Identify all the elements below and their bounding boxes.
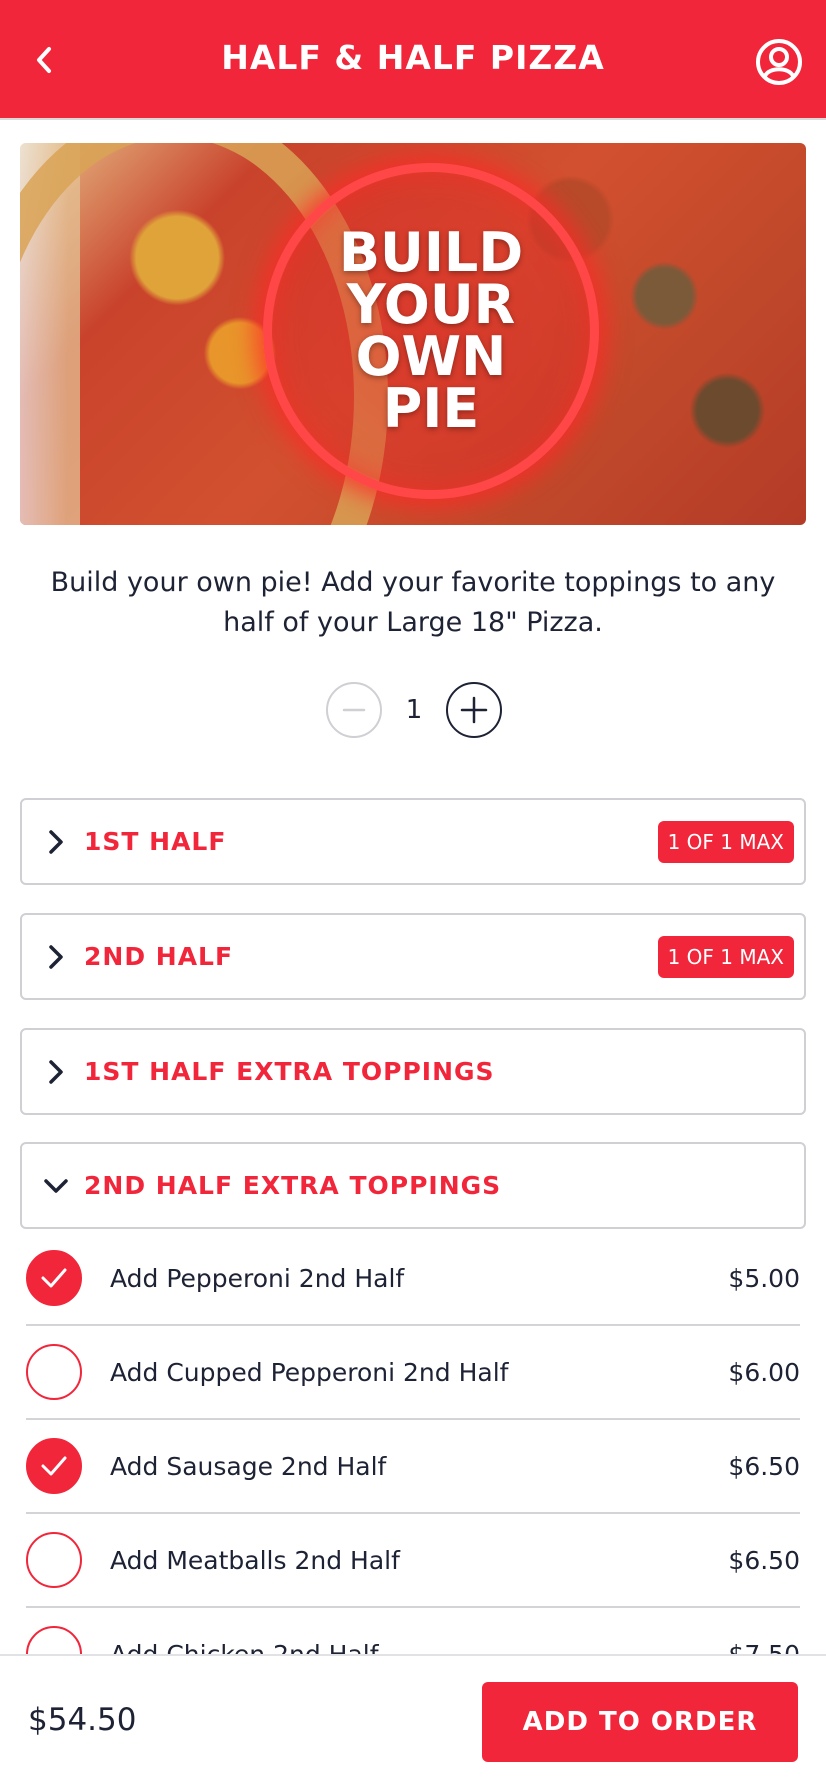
quantity-value: 1	[405, 695, 423, 725]
list-item[interactable]: Add Pepperoni 2nd Half $5.00	[26, 1232, 800, 1326]
checkbox-unchecked[interactable]	[26, 1532, 82, 1588]
quantity-stepper: 1	[326, 681, 502, 739]
order-footer: $54.50 ADD TO ORDER	[0, 1654, 826, 1790]
decrease-quantity-button[interactable]	[326, 682, 382, 738]
option-price: $7.50	[728, 1639, 800, 1655]
plus-icon	[460, 696, 488, 724]
option-price: $6.00	[728, 1357, 800, 1387]
chevron-down-icon	[42, 1172, 70, 1200]
page-title: HALF & HALF PIZZA	[221, 38, 605, 77]
section-label: 2ND HALF EXTRA TOPPINGS	[84, 1171, 502, 1200]
checkbox-unchecked[interactable]	[26, 1344, 82, 1400]
chevron-right-icon	[42, 943, 70, 971]
checkbox-checked[interactable]	[26, 1250, 82, 1306]
logo-line: PIE	[382, 377, 480, 440]
logo-line: OWN	[355, 325, 507, 388]
logo-line: YOUR	[346, 273, 516, 336]
increase-quantity-button[interactable]	[446, 682, 502, 738]
checkbox-unchecked[interactable]	[26, 1626, 82, 1654]
checkbox-checked[interactable]	[26, 1438, 82, 1494]
product-description: Build your own pie! Add your favorite to…	[50, 567, 776, 638]
option-price: $5.00	[728, 1263, 800, 1293]
minus-icon	[342, 708, 366, 712]
section-label: 1ST HALF EXTRA TOPPINGS	[84, 1057, 495, 1086]
list-item[interactable]: Add Meatballs 2nd Half $6.50	[26, 1514, 800, 1608]
list-item[interactable]: Add Chicken 2nd Half $7.50	[26, 1608, 800, 1654]
section-label: 1ST HALF	[84, 827, 227, 856]
max-badge: 1 OF 1 MAX	[657, 935, 794, 978]
max-badge: 1 OF 1 MAX	[657, 820, 794, 863]
order-total: $54.50	[28, 1702, 137, 1738]
section-label: 2ND HALF	[84, 942, 234, 971]
app-header: HALF & HALF PIZZA	[0, 0, 826, 120]
list-item[interactable]: Add Sausage 2nd Half $6.50	[26, 1420, 800, 1514]
product-image: BUILD YOUR OWN PIE	[20, 143, 806, 525]
list-item[interactable]: Add Cupped Pepperoni 2nd Half $6.00	[26, 1326, 800, 1420]
option-price: $6.50	[728, 1545, 800, 1575]
section-2nd-half-extra-toppings[interactable]: 2ND HALF EXTRA TOPPINGS	[20, 1142, 806, 1229]
account-button[interactable]	[754, 37, 804, 87]
option-name: Add Cupped Pepperoni 2nd Half	[110, 1357, 509, 1387]
topping-options-list: Add Pepperoni 2nd Half $5.00 Add Cupped …	[26, 1232, 800, 1654]
option-name: Add Sausage 2nd Half	[110, 1451, 387, 1481]
option-name: Add Meatballs 2nd Half	[110, 1545, 400, 1575]
check-icon	[41, 1268, 67, 1288]
option-name: Add Chicken 2nd Half	[110, 1639, 379, 1655]
option-name: Add Pepperoni 2nd Half	[110, 1263, 405, 1293]
section-1st-half-extra-toppings[interactable]: 1ST HALF EXTRA TOPPINGS	[20, 1028, 806, 1115]
user-icon	[756, 39, 802, 85]
check-icon	[41, 1456, 67, 1476]
section-2nd-half[interactable]: 2ND HALF 1 OF 1 MAX	[20, 913, 806, 1000]
section-1st-half[interactable]: 1ST HALF 1 OF 1 MAX	[20, 798, 806, 885]
add-to-order-button[interactable]: ADD TO ORDER	[482, 1682, 798, 1762]
logo-line: BUILD	[338, 221, 524, 284]
option-price: $6.50	[728, 1451, 800, 1481]
chevron-right-icon	[42, 1058, 70, 1086]
chevron-right-icon	[42, 828, 70, 856]
